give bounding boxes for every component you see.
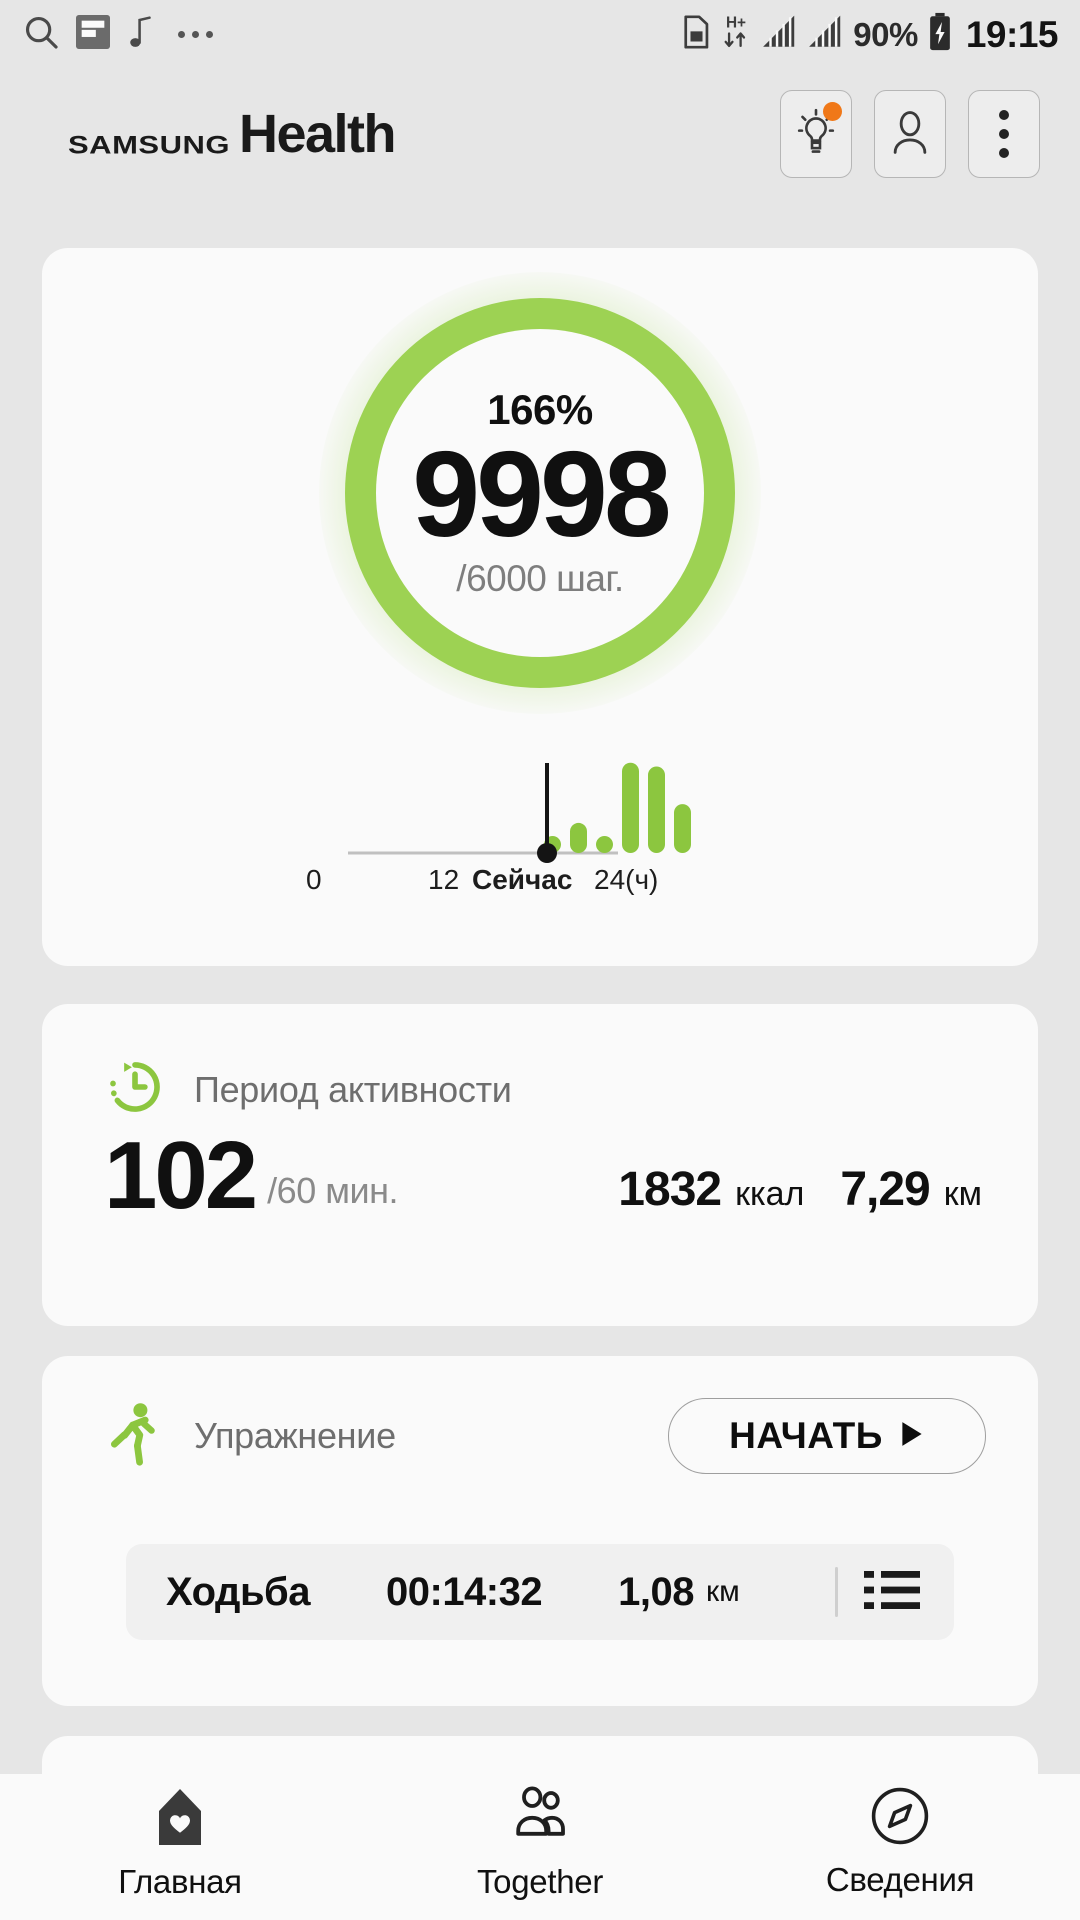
activity-distance-value: 7,29 [840, 1163, 930, 1217]
play-triangle-icon [899, 1420, 925, 1453]
steps-card[interactable]: 166% 9998 /6000 шаг. 0 12 Сейчас 24(ч) [42, 248, 1038, 966]
activity-calories-value: 1832 [618, 1163, 722, 1217]
more-dots-icon [172, 30, 213, 38]
exercise-card-title: Упражнение [194, 1415, 396, 1456]
activity-distance-unit: км [943, 1175, 982, 1214]
person-icon [887, 107, 933, 162]
exercise-entry-row[interactable]: Ходьба 00:14:32 1,08 км [126, 1544, 954, 1640]
app-header: SAMSUNG Health [0, 68, 1080, 200]
exercise-card-header: Упражнение НАЧАТЬ [104, 1398, 986, 1474]
steps-hourly-chart: 0 12 Сейчас 24(ч) [42, 736, 1038, 936]
chart-bar [648, 766, 665, 853]
chart-tick-labels: 0 12 Сейчас 24(ч) [42, 864, 1038, 914]
nav-item-home[interactable]: Главная [0, 1774, 360, 1901]
steps-count: 9998 [412, 425, 671, 562]
status-bar-right-icons: M H+ 90% 19:15 [682, 12, 1080, 57]
nav-label-home: Главная [118, 1863, 242, 1900]
exercise-entry-duration: 00:14:32 [386, 1569, 543, 1614]
battery-percent-label: 90% [853, 15, 918, 53]
chart-bar [622, 762, 639, 853]
stopwatch-icon [104, 1056, 166, 1123]
signal-1-icon [761, 14, 798, 55]
activity-calories-unit: ккал [735, 1175, 805, 1214]
list-view-icon[interactable] [864, 1567, 920, 1618]
brand-name: Health [238, 104, 397, 164]
search-icon [22, 13, 60, 56]
start-exercise-label: НАЧАТЬ [729, 1415, 883, 1456]
activity-card-title: Период активности [194, 1068, 512, 1110]
running-person-icon [104, 1401, 164, 1472]
tips-badge [823, 102, 842, 121]
more-button[interactable] [968, 90, 1040, 178]
status-bar-left-icons [0, 13, 213, 56]
battery-charging-icon [927, 12, 953, 57]
activity-period-card[interactable]: Период активности 102 /60 мин. 1832 ккал… [42, 1004, 1038, 1326]
nav-label-together: Together [476, 1863, 604, 1900]
steps-goal: /6000 шаг. [456, 558, 624, 600]
chart-bar [570, 822, 587, 853]
tips-button[interactable] [780, 90, 852, 178]
home-heart-icon [151, 1786, 209, 1853]
chart-tick-start: 0 [306, 864, 322, 895]
brand-prefix: SAMSUNG [68, 130, 230, 160]
nav-item-together[interactable]: Together [360, 1774, 720, 1901]
status-bar: M H+ 90% 19:15 [0, 0, 1080, 68]
app-header-actions [780, 90, 1080, 178]
app-screen: M H+ 90% 19:15 SAMSUNG Health 166% 9998 … [0, 0, 1080, 1920]
chart-bars [544, 762, 691, 853]
chart-bar [596, 836, 613, 853]
steps-hourly-chart-svg [348, 762, 691, 863]
sim-card-icon: M [682, 13, 711, 56]
hplus-network-icon: H+ [720, 12, 752, 57]
people-icon [509, 1786, 571, 1853]
chart-tick-end: 24(ч) [594, 864, 659, 895]
exercise-card[interactable]: Упражнение НАЧАТЬ Ходьба 00:14:32 1,08 к… [42, 1356, 1038, 1706]
music-note-icon [126, 15, 156, 54]
activity-minutes-goal: /60 мин. [267, 1170, 398, 1212]
activity-stats-row: 102 /60 мин. 1832 ккал 7,29 км [104, 1122, 982, 1229]
activity-card-header: Период активности [104, 1056, 512, 1123]
status-bar-clock: 19:15 [965, 13, 1059, 55]
nav-item-details[interactable]: Сведения [720, 1774, 1080, 1899]
ring-center: 166% 9998 /6000 шаг. [376, 329, 704, 657]
svg-text:H+: H+ [726, 14, 746, 31]
svg-text:M: M [694, 32, 701, 41]
profile-button[interactable] [874, 90, 946, 178]
steps-progress-ring: 166% 9998 /6000 шаг. [319, 272, 761, 714]
chart-bar [674, 804, 691, 853]
bottom-navigation: Главная Together Сведения [0, 1774, 1080, 1920]
chart-tick-mid: 12 [428, 864, 460, 895]
flipboard-icon [76, 14, 110, 54]
exercise-entry-distance: 1,08 [618, 1569, 694, 1614]
now-marker-dot [537, 843, 557, 863]
compass-icon [870, 1786, 930, 1851]
start-exercise-button[interactable]: НАЧАТЬ [668, 1398, 986, 1474]
exercise-entry-type: Ходьба [166, 1569, 311, 1614]
kebab-menu-icon [999, 110, 1009, 158]
chart-tick-now: Сейчас [472, 864, 573, 895]
nav-label-details: Сведения [825, 1861, 975, 1898]
signal-2-icon [807, 14, 844, 55]
activity-minutes-value: 102 [104, 1122, 258, 1229]
exercise-entry-distance-unit: км [705, 1575, 740, 1608]
exercise-row-divider [835, 1567, 838, 1617]
app-logo: SAMSUNG Health [0, 103, 397, 165]
